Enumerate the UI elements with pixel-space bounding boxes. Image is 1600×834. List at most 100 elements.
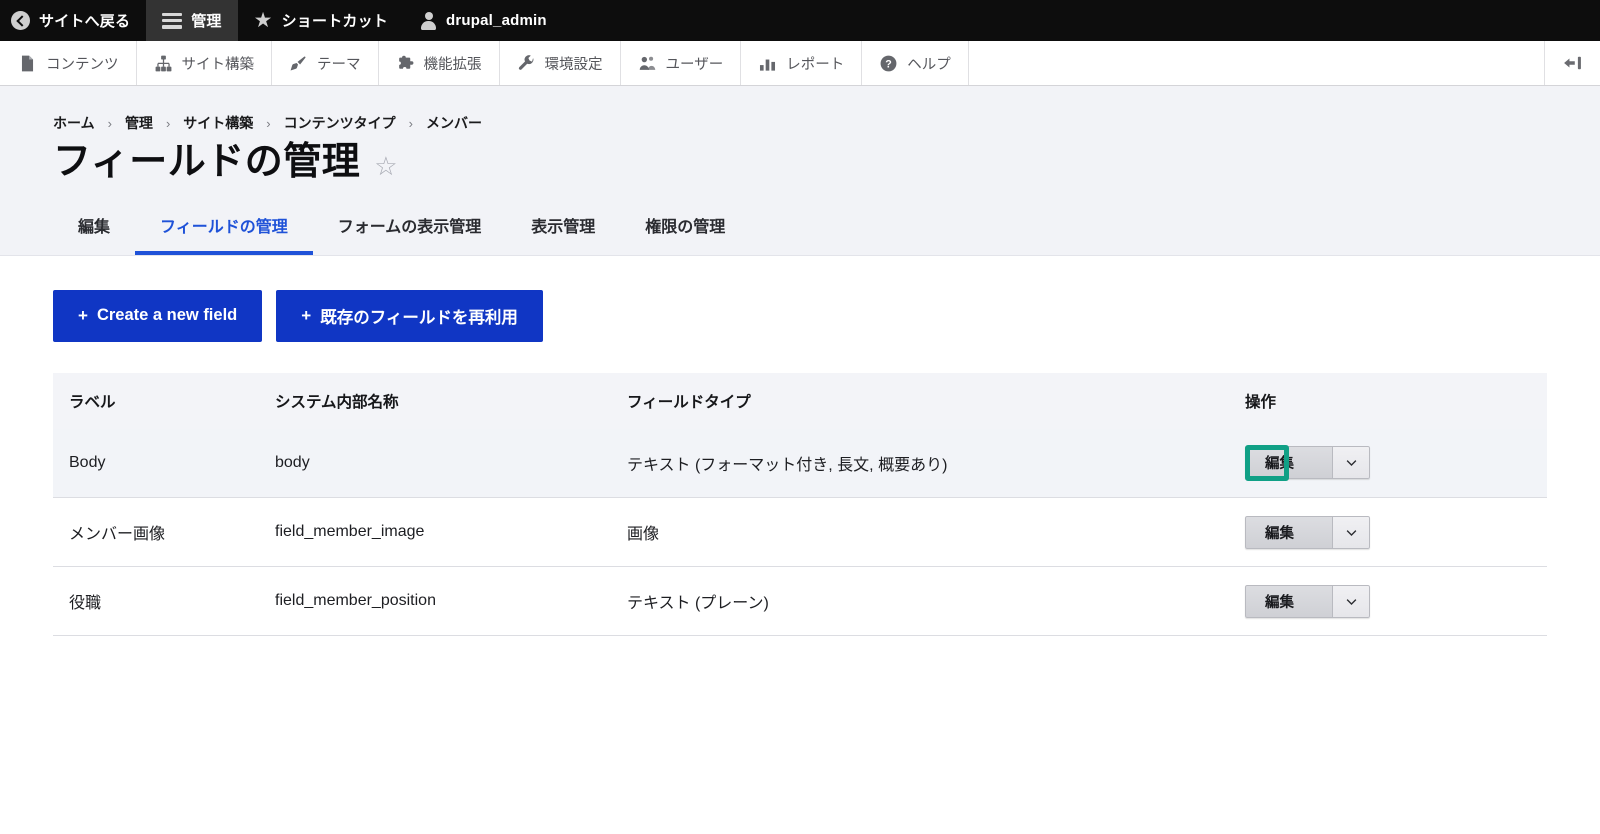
fields-table: ラベル システム内部名称 フィールドタイプ 操作 Body body テキスト … (53, 372, 1547, 637)
breadcrumb-item-member[interactable]: メンバー (426, 113, 482, 133)
cell-label: 役職 (53, 566, 275, 637)
admin-bar-item-label: ショートカット (281, 13, 389, 30)
chevron-down-icon[interactable] (1332, 446, 1370, 480)
breadcrumb-separator-icon: › (165, 115, 171, 131)
puzzle-piece-icon (396, 54, 415, 73)
menu-item-label: 機能拡張 (423, 56, 482, 73)
breadcrumb-item-home[interactable]: ホーム (53, 113, 95, 133)
document-icon (18, 54, 37, 73)
menu-item-reports[interactable]: レポート (741, 41, 863, 85)
user-person-icon (420, 11, 437, 30)
reuse-existing-field-button[interactable]: + 既存のフィールドを再利用 (276, 289, 543, 342)
tab-manage-permissions[interactable]: 権限の管理 (620, 207, 750, 255)
admin-bar-item-label: サイトへ戻る (39, 13, 131, 30)
admin-bar-item-shortcuts[interactable]: ★ ショートカット (238, 0, 404, 41)
admin-bar-item-back-to-site[interactable]: サイトへ戻る (0, 0, 146, 41)
back-circle-icon (11, 11, 30, 30)
column-header-field-type: フィールドタイプ (627, 372, 1245, 429)
create-new-field-button[interactable]: + Create a new field (53, 289, 263, 342)
paintbrush-icon (289, 54, 308, 73)
main-content: + Create a new field + 既存のフィールドを再利用 ラベル … (0, 255, 1600, 637)
column-header-label: ラベル (53, 372, 275, 429)
secondary-toolbar: コンテンツ サイト構築 テーマ 機能拡張 環境設定 ユーザー レポート ? ヘル… (0, 41, 1600, 86)
create-new-field-label: Create a new field (96, 306, 238, 325)
reuse-existing-field-label: 既存のフィールドを再利用 (320, 308, 518, 327)
star-icon: ★ (253, 9, 273, 32)
admin-bar-item-label: 管理 (191, 13, 222, 30)
cell-field-type: テキスト (フォーマット付き, 長文, 概要あり) (627, 428, 1245, 499)
column-header-operations: 操作 (1245, 372, 1547, 429)
edit-button[interactable]: 編集 (1245, 584, 1332, 618)
title-row: フィールドの管理 ☆ (53, 133, 1547, 185)
table-row: Body body テキスト (フォーマット付き, 長文, 概要あり) 編集 (53, 428, 1547, 499)
menu-item-label: コンテンツ (46, 56, 119, 73)
column-header-machine-name: システム内部名称 (275, 372, 627, 429)
users-icon (638, 54, 657, 73)
tab-manage-display[interactable]: 表示管理 (506, 207, 620, 255)
operations-group: 編集 (1245, 515, 1370, 549)
menu-item-help[interactable]: ? ヘルプ (862, 41, 969, 85)
breadcrumb-item-structure[interactable]: サイト構築 (183, 113, 253, 133)
edit-split-button: 編集 (1245, 584, 1370, 618)
operations-group: 編集 (1245, 444, 1370, 481)
hamburger-menu-icon (162, 12, 183, 29)
menu-item-label: サイト構築 (181, 56, 255, 73)
edit-split-button: 編集 (1245, 446, 1370, 480)
page-title: フィールドの管理 (53, 141, 361, 183)
svg-text:?: ? (885, 58, 892, 70)
tab-manage-form-display[interactable]: フォームの表示管理 (313, 207, 507, 255)
chevron-down-icon[interactable] (1332, 584, 1370, 618)
collapse-toolbar-icon[interactable] (1545, 41, 1600, 85)
wrench-icon (517, 54, 536, 73)
breadcrumb-separator-icon: › (266, 115, 271, 131)
menu-item-configuration[interactable]: 環境設定 (500, 41, 621, 85)
edit-button[interactable]: 編集 (1245, 446, 1332, 480)
menu-item-structure[interactable]: サイト構築 (137, 41, 272, 85)
page-header-region: ホーム › 管理 › サイト構築 › コンテンツタイプ › メンバー フィールド… (0, 86, 1600, 256)
primary-tabs: 編集 フィールドの管理 フォームの表示管理 表示管理 権限の管理 (53, 207, 1547, 255)
tab-edit[interactable]: 編集 (53, 207, 135, 255)
edit-button[interactable]: 編集 (1245, 515, 1332, 549)
admin-bar-item-user[interactable]: drupal_admin (404, 0, 563, 41)
action-buttons: + Create a new field + 既存のフィールドを再利用 (53, 289, 1547, 342)
menu-item-label: ヘルプ (907, 56, 951, 73)
cell-machine-name: body (275, 428, 627, 499)
breadcrumb-item-content-types[interactable]: コンテンツタイプ (284, 113, 396, 133)
admin-toolbar: サイトへ戻る 管理 ★ ショートカット drupal_admin (0, 0, 1600, 41)
cell-machine-name: field_member_image (275, 497, 627, 568)
menu-item-content[interactable]: コンテンツ (0, 41, 137, 85)
tab-manage-fields[interactable]: フィールドの管理 (135, 207, 313, 255)
table-header-row: ラベル システム内部名称 フィールドタイプ 操作 (53, 372, 1547, 429)
menu-item-appearance[interactable]: テーマ (272, 41, 379, 85)
cell-operations: 編集 (1245, 428, 1547, 499)
chevron-down-icon[interactable] (1332, 515, 1370, 549)
breadcrumb-item-admin[interactable]: 管理 (125, 113, 153, 133)
menu-item-label: ユーザー (665, 56, 724, 73)
plus-icon: + (301, 306, 312, 326)
favorite-star-icon[interactable]: ☆ (374, 153, 397, 179)
sitemap-icon (154, 54, 173, 73)
edit-split-button: 編集 (1245, 515, 1370, 549)
plus-icon: + (78, 306, 88, 326)
table-row: メンバー画像 field_member_image 画像 編集 (53, 497, 1547, 568)
cell-machine-name: field_member_position (275, 566, 627, 637)
menu-item-people[interactable]: ユーザー (621, 41, 742, 85)
breadcrumb-separator-icon: › (107, 115, 112, 131)
menu-item-label: テーマ (317, 56, 361, 73)
admin-bar-item-manage[interactable]: 管理 (146, 0, 238, 41)
menu-item-label: レポート (786, 56, 845, 73)
cell-label: Body (53, 428, 275, 499)
breadcrumb: ホーム › 管理 › サイト構築 › コンテンツタイプ › メンバー (53, 86, 1547, 133)
table-row: 役職 field_member_position テキスト (プレーン) 編集 (53, 566, 1547, 637)
bar-chart-icon (758, 54, 777, 73)
cell-label: メンバー画像 (53, 497, 275, 568)
operations-group: 編集 (1245, 584, 1370, 618)
menu-item-extend[interactable]: 機能拡張 (379, 41, 500, 85)
cell-field-type: テキスト (プレーン) (627, 566, 1245, 637)
question-mark-icon: ? (879, 54, 898, 73)
menu-item-label: 環境設定 (544, 56, 603, 73)
cell-field-type: 画像 (627, 497, 1245, 568)
admin-bar-item-label: drupal_admin (446, 12, 547, 29)
toolbar-spacer (969, 41, 1545, 85)
breadcrumb-separator-icon: › (408, 115, 413, 131)
